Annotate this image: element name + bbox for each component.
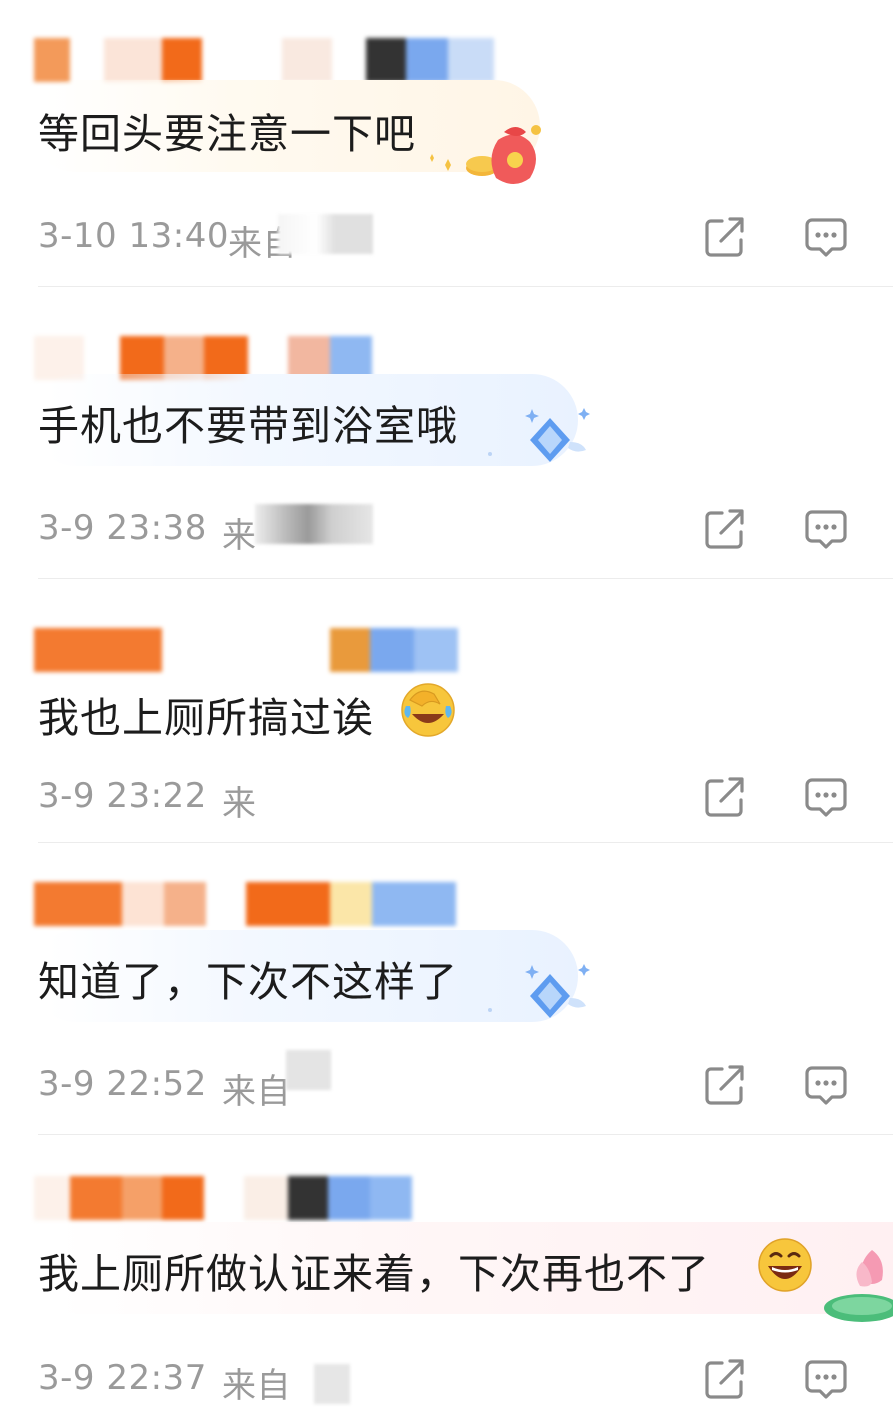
- lotus-icon: [824, 1250, 893, 1322]
- facepalm-laugh-emoji: [401, 683, 455, 737]
- comment-icon[interactable]: [803, 774, 849, 820]
- comment-icon[interactable]: [803, 1062, 849, 1108]
- comment-item: 我也上厕所搞过诶 3-9 23:22 来: [0, 580, 893, 844]
- grinning-emoji: [758, 1238, 812, 1292]
- comment-text: 我上厕所做认证来着，下次再也不了: [38, 1250, 710, 1298]
- share-icon[interactable]: [702, 1062, 748, 1108]
- divider: [38, 286, 893, 287]
- username-blurred[interactable]: [34, 628, 458, 672]
- share-icon[interactable]: [702, 506, 748, 552]
- username-blurred[interactable]: [34, 1176, 412, 1220]
- comment-source: 来: [222, 784, 257, 824]
- diamond-badge-icon: [488, 408, 590, 462]
- source-blurred: [314, 1364, 350, 1404]
- comment-text: 手机也不要带到浴室哦: [38, 402, 458, 450]
- comment-source: 来自: [222, 1072, 291, 1112]
- share-icon[interactable]: [702, 774, 748, 820]
- username-blurred[interactable]: [34, 38, 494, 82]
- comment-item: 我上厕所做认证来着，下次再也不了 3-9 22:37 来自: [0, 1136, 893, 1421]
- comment-source: 来自: [222, 1366, 291, 1406]
- comment-timestamp: 3-9 22:37: [38, 1358, 207, 1398]
- share-icon[interactable]: [702, 214, 748, 260]
- comment-icon[interactable]: [803, 506, 849, 552]
- comment-item: 等回头要注意一下吧 3-10 13:40 来自: [0, 0, 893, 288]
- username-blurred[interactable]: [34, 882, 456, 926]
- comment-timestamp: 3-9 22:52: [38, 1064, 207, 1104]
- source-blurred: [286, 1050, 331, 1090]
- comment-text: 等回头要注意一下吧: [38, 110, 416, 158]
- source-blurred: [278, 214, 373, 254]
- divider: [38, 578, 893, 579]
- comment-item: 手机也不要带到浴室哦 3-9 23:38 来: [0, 288, 893, 580]
- comment-timestamp: 3-9 23:22: [38, 776, 207, 816]
- share-icon[interactable]: [702, 1356, 748, 1402]
- divider: [38, 842, 893, 843]
- lucky-bag-icon: [430, 125, 541, 184]
- comment-text: 我也上厕所搞过诶: [38, 694, 374, 742]
- comment-icon[interactable]: [803, 1356, 849, 1402]
- comment-icon[interactable]: [803, 214, 849, 260]
- comment-source: 来: [222, 516, 257, 556]
- comment-text: 知道了，下次不这样了: [38, 958, 458, 1006]
- comment-timestamp: 3-10 13:40: [38, 216, 229, 256]
- comment-item: 知道了，下次不这样了 3-9 22:52 来自: [0, 844, 893, 1136]
- source-blurred: [255, 504, 373, 544]
- comment-timestamp: 3-9 23:38: [38, 508, 207, 548]
- divider: [38, 1134, 893, 1135]
- diamond-badge-icon: [488, 964, 590, 1018]
